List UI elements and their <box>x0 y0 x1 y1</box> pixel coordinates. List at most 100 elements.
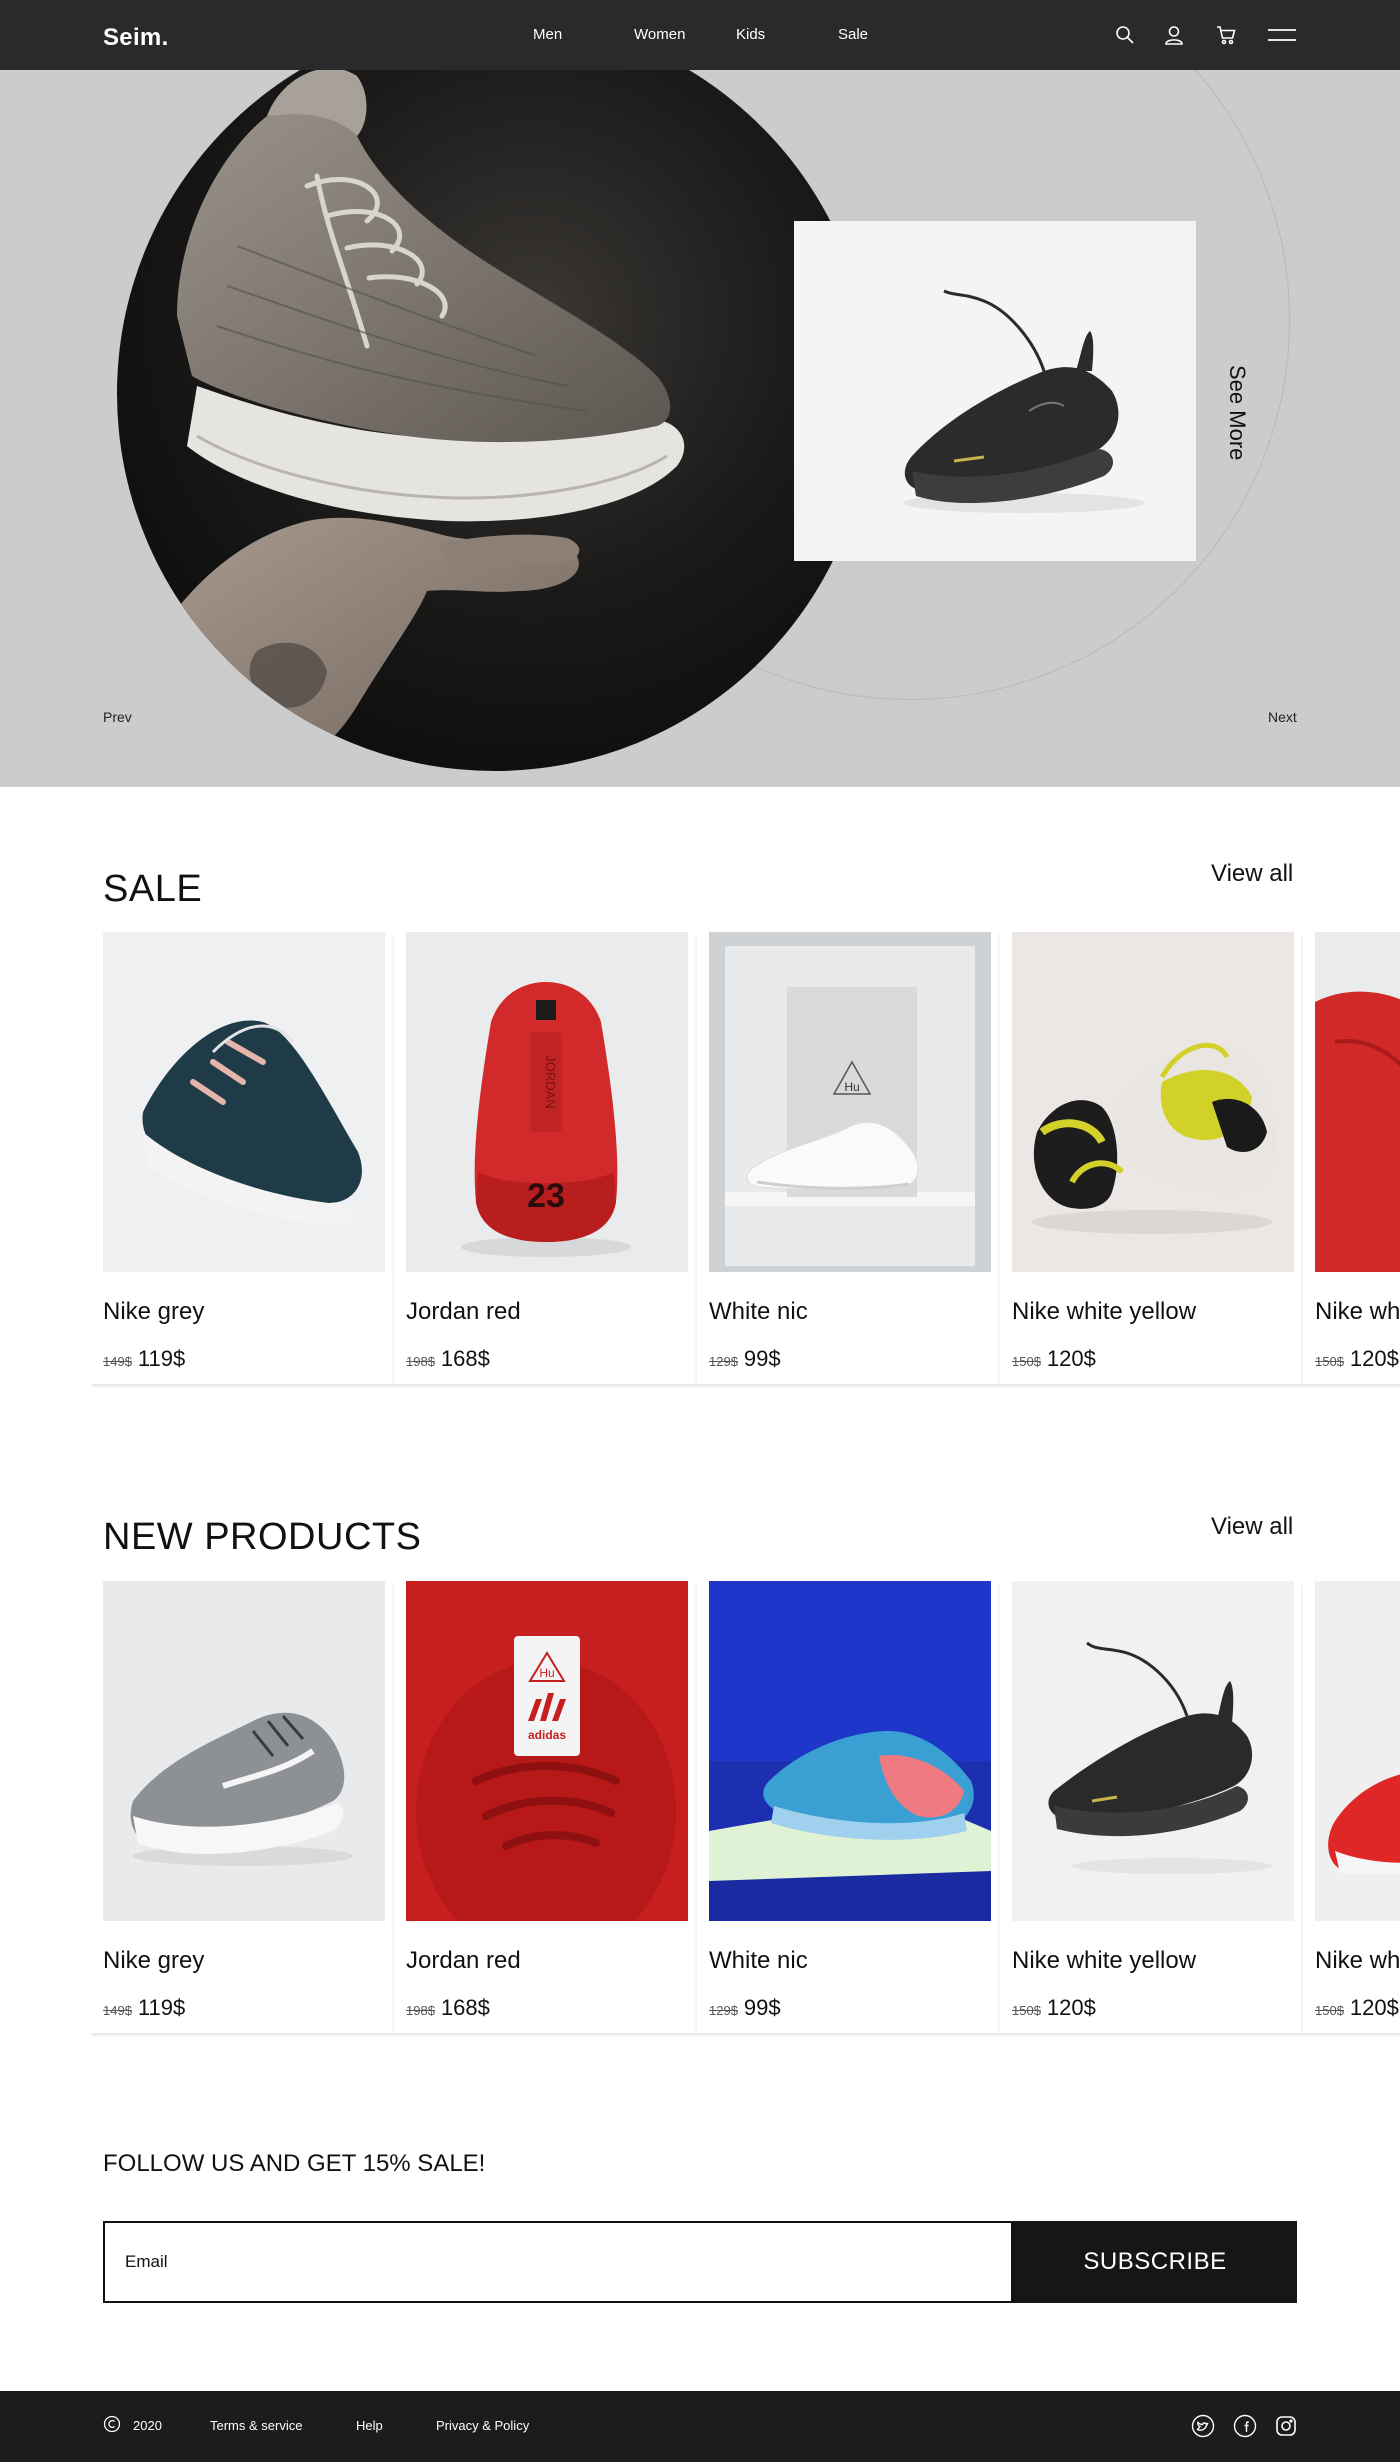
cart-icon[interactable] <box>1215 24 1237 46</box>
product-price: 198$ 168$ <box>406 1346 490 1372</box>
product-name: Nike grey <box>103 1298 205 1325</box>
search-icon[interactable] <box>1114 24 1136 46</box>
product-price: 150$ 120$ <box>1315 1346 1399 1372</box>
hero-banner: See More Prev Next <box>0 70 1400 787</box>
jordan-text: JORDAN <box>543 1055 558 1108</box>
hero-next-button[interactable]: Next <box>1268 709 1297 725</box>
product-image <box>1012 1581 1294 1921</box>
email-field[interactable] <box>105 2223 1011 2301</box>
old-price: 129$ <box>709 1354 738 1369</box>
old-price: 149$ <box>103 2003 132 2018</box>
facebook-icon[interactable] <box>1233 2414 1257 2438</box>
product-image <box>103 932 385 1272</box>
product-price: 129$ 99$ <box>709 1346 781 1372</box>
sale-title: SALE <box>103 868 203 910</box>
product-image <box>1012 932 1294 1272</box>
product-name: White nic <box>709 1298 808 1325</box>
product-price: 149$ 119$ <box>103 1995 185 2021</box>
hero-image <box>117 70 872 771</box>
featured-product-card[interactable] <box>794 221 1196 561</box>
sale-price: 120$ <box>1349 1995 1399 2020</box>
hero-prev-button[interactable]: Prev <box>103 709 132 725</box>
product-price: 150$ 120$ <box>1012 1346 1096 1372</box>
old-price: 198$ <box>406 1354 435 1369</box>
nav-link-sale[interactable]: Sale <box>838 26 868 43</box>
product-price: 129$ 99$ <box>709 1995 781 2021</box>
product-name: Jordan red <box>406 1298 521 1325</box>
product-image <box>709 1581 991 1921</box>
sale-price: 168$ <box>440 1995 490 2020</box>
logo[interactable]: Seim. <box>103 24 169 52</box>
product-card[interactable]: Nike grey 149$ 119$ <box>91 1581 394 2033</box>
product-name: Nike white yellow <box>1315 1298 1400 1325</box>
product-card[interactable]: Hu White nic 129$ 99$ <box>697 932 1000 1384</box>
adidas-mark: adidas <box>528 1728 566 1742</box>
product-image <box>1315 932 1400 1272</box>
product-card[interactable]: White nic 129$ 99$ <box>697 1581 1000 2033</box>
old-price: 150$ <box>1315 1354 1344 1369</box>
user-icon[interactable] <box>1163 24 1185 46</box>
instagram-icon[interactable] <box>1274 2414 1298 2438</box>
product-image: Hu <box>709 932 991 1272</box>
sale-price: 120$ <box>1046 1346 1096 1371</box>
product-price: 150$ 120$ <box>1012 1995 1096 2021</box>
product-card[interactable]: Hu adidas Jordan red 198$ 168$ <box>394 1581 697 2033</box>
nav-link-men[interactable]: Men <box>533 26 562 43</box>
sale-price: 99$ <box>743 1995 781 2020</box>
product-name: Nike white yellow <box>1315 1947 1400 1974</box>
nav-link-women[interactable]: Women <box>634 26 685 43</box>
sale-price: 120$ <box>1046 1995 1096 2020</box>
new-products-title: NEW PRODUCTS <box>103 1516 422 1558</box>
sale-price: 119$ <box>137 1346 186 1371</box>
new-products-view-all-link[interactable]: View all <box>1211 1513 1293 1541</box>
subscribe-button[interactable]: SUBSCRIBE <box>1013 2221 1297 2303</box>
old-price: 198$ <box>406 2003 435 2018</box>
footer: 2020 Terms & service Help Privacy & Poli… <box>0 2391 1400 2462</box>
nav-link-kids[interactable]: Kids <box>736 26 765 43</box>
product-image <box>1315 1581 1400 1921</box>
product-card[interactable]: Nike grey 149$ 119$ <box>91 932 394 1384</box>
top-navigation: Seim. Men Women Kids Sale <box>0 0 1400 70</box>
product-card[interactable]: JORDAN 23 Jordan red 198$ 168$ <box>394 932 697 1384</box>
product-image: JORDAN 23 <box>406 932 688 1272</box>
see-more-link[interactable]: See More <box>1220 365 1250 460</box>
product-price: 149$ 119$ <box>103 1346 185 1372</box>
sale-product-row: Nike grey 149$ 119$ JORDAN 23 Jordan red … <box>91 932 1400 1388</box>
footer-link-terms[interactable]: Terms & service <box>210 2418 302 2433</box>
product-price: 198$ 168$ <box>406 1995 490 2021</box>
copyright-year: 2020 <box>133 2418 162 2433</box>
sale-price: 168$ <box>440 1346 490 1371</box>
jordan-number: 23 <box>527 1177 565 1215</box>
product-card[interactable]: Nike white yellow 150$ 120$ <box>1000 1581 1303 2033</box>
sale-price: 119$ <box>137 1995 186 2020</box>
new-products-row: Nike grey 149$ 119$ Hu adidas Jordan red… <box>91 1581 1400 2037</box>
old-price: 150$ <box>1012 2003 1041 2018</box>
product-card[interactable]: Nike white yellow 150$ 120$ <box>1303 1581 1400 2033</box>
product-name: White nic <box>709 1947 808 1974</box>
copyright-icon <box>103 2415 121 2433</box>
sale-price: 120$ <box>1349 1346 1399 1371</box>
product-name: Nike grey <box>103 1947 205 1974</box>
product-image: Hu adidas <box>406 1581 688 1921</box>
footer-link-privacy[interactable]: Privacy & Policy <box>436 2418 529 2433</box>
sale-view-all-link[interactable]: View all <box>1211 860 1293 888</box>
old-price: 149$ <box>103 1354 132 1369</box>
product-name: Nike white yellow <box>1012 1947 1197 1974</box>
menu-icon[interactable] <box>1267 24 1297 46</box>
product-card[interactable]: Nike white yellow 150$ 120$ <box>1000 932 1303 1384</box>
product-price: 150$ 120$ <box>1315 1995 1399 2021</box>
twitter-icon[interactable] <box>1191 2414 1215 2438</box>
product-name: Nike white yellow <box>1012 1298 1197 1325</box>
product-name: Jordan red <box>406 1947 521 1974</box>
old-price: 129$ <box>709 2003 738 2018</box>
hu-mark: Hu <box>844 1080 859 1094</box>
footer-link-help[interactable]: Help <box>356 2418 383 2433</box>
email-field-wrapper <box>103 2221 1013 2303</box>
product-card[interactable]: Nike white yellow 150$ 120$ <box>1303 932 1400 1384</box>
hu-mark: Hu <box>539 1666 554 1680</box>
product-image <box>103 1581 385 1921</box>
old-price: 150$ <box>1315 2003 1344 2018</box>
old-price: 150$ <box>1012 1354 1041 1369</box>
newsletter-title: FOLLOW US AND GET 15% SALE! <box>103 2150 486 2177</box>
sale-price: 99$ <box>743 1346 781 1371</box>
